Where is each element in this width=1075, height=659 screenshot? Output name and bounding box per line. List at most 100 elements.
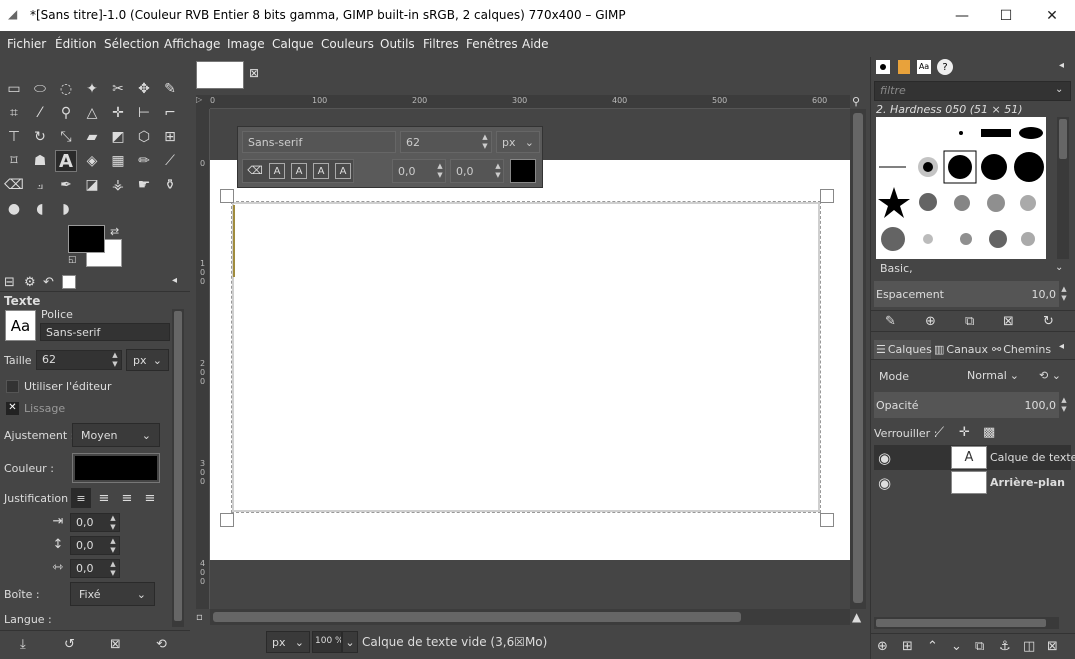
delete-brush-icon[interactable]: ⊠ bbox=[1003, 314, 1014, 329]
menu-couleurs[interactable]: Couleurs bbox=[321, 37, 374, 51]
indent-spin-icon[interactable]: ▲ ▼ bbox=[108, 514, 118, 532]
align-icon[interactable]: ⊢ bbox=[133, 102, 155, 124]
font-preview[interactable]: Aa bbox=[5, 310, 36, 341]
menu-fenetres[interactable]: Fenêtres bbox=[466, 37, 518, 51]
lock-pixels-icon[interactable]: ⟋ bbox=[935, 425, 944, 440]
brush-grid[interactable] bbox=[876, 117, 1046, 259]
canvas-font-input[interactable]: Sans-serif bbox=[242, 131, 396, 153]
menu-edition[interactable]: Édition bbox=[55, 37, 97, 51]
tab-layers[interactable]: ☰ Calques bbox=[874, 340, 932, 359]
fill-icon[interactable]: ◈ bbox=[81, 150, 103, 172]
default-colors-icon[interactable]: ◱ bbox=[68, 255, 77, 265]
spacing-slider[interactable]: Espacement 10,0 bbox=[874, 281, 1059, 307]
crop-icon[interactable]: ⌐ bbox=[159, 102, 181, 124]
pencil-icon[interactable]: ✏ bbox=[133, 150, 155, 172]
dodge-icon[interactable]: ⚱ bbox=[159, 174, 181, 196]
ruler-corner-icon[interactable]: ▷ bbox=[196, 95, 210, 109]
smudge2-icon[interactable]: ◖ bbox=[29, 198, 51, 220]
letter-spacing-spin-icon[interactable]: ▲ ▼ bbox=[108, 560, 118, 578]
justify-right-icon[interactable]: ≡ bbox=[95, 491, 113, 506]
minimize-button[interactable]: — bbox=[939, 0, 985, 31]
bucket-icon[interactable]: ⌑ bbox=[3, 150, 25, 172]
edit-brush-icon[interactable]: ✎ bbox=[885, 314, 896, 329]
canvas-viewport[interactable]: Sans-serif 62 ▲ ▼ px ⌄ ⌫ A A A A 0,0 ▲ ▼ 0,… bbox=[210, 109, 850, 609]
refresh-brushes-icon[interactable]: ↻ bbox=[1043, 314, 1054, 329]
patterns-tab-icon[interactable] bbox=[898, 60, 910, 74]
foreground-select-icon[interactable]: ✥ bbox=[133, 78, 155, 100]
text-tool-icon[interactable]: A bbox=[55, 150, 77, 172]
brushes-tab-icon[interactable] bbox=[876, 60, 890, 74]
menu-image[interactable]: Image bbox=[227, 37, 265, 51]
canvas-size-input[interactable]: 62 bbox=[400, 131, 492, 153]
shear-icon[interactable]: ▰ bbox=[81, 126, 103, 148]
layer-row-background[interactable]: ◉ Arrière-plan bbox=[874, 470, 1071, 495]
handle-top-left[interactable] bbox=[220, 189, 234, 203]
chevron-down-icon[interactable]: ⌄ bbox=[1055, 84, 1063, 95]
line-spacing-spin-icon[interactable]: ▲ ▼ bbox=[108, 537, 118, 555]
foreground-color-swatch[interactable] bbox=[68, 225, 105, 253]
text-box-frame[interactable] bbox=[231, 201, 821, 513]
rect-select-icon[interactable]: ▭ bbox=[3, 78, 25, 100]
measure-icon[interactable]: △ bbox=[81, 102, 103, 124]
spacing-spin-icon[interactable]: ▲ ▼ bbox=[1059, 285, 1069, 303]
tool-options-scrollbar[interactable] bbox=[172, 309, 184, 627]
justify-left-icon[interactable]: ≡ bbox=[71, 488, 91, 508]
menu-affichage[interactable]: Affichage bbox=[164, 37, 220, 51]
flip-icon[interactable]: ◩ bbox=[107, 126, 129, 148]
dock-menu-icon[interactable]: ◂ bbox=[172, 275, 177, 286]
move-icon[interactable]: ✛ bbox=[107, 102, 129, 124]
close-button[interactable]: ✕ bbox=[1029, 0, 1075, 31]
italic-icon[interactable]: A bbox=[291, 163, 307, 179]
zoom-input[interactable]: 100 % bbox=[312, 631, 342, 653]
dodge-burn-icon[interactable]: ◗ bbox=[55, 198, 77, 220]
mask-layer-icon[interactable]: ◫ bbox=[1023, 639, 1035, 654]
brush-scrollbar[interactable] bbox=[1057, 117, 1069, 259]
chevron-down-icon[interactable]: ⌄ bbox=[1055, 262, 1063, 273]
fonts-tab-icon[interactable]: Aa bbox=[917, 60, 931, 74]
kerning-spin-icon[interactable]: ▲ ▼ bbox=[493, 162, 503, 180]
justify-center-icon[interactable]: ≡ bbox=[118, 491, 136, 506]
blur-icon[interactable]: ● bbox=[3, 198, 25, 220]
layer-name[interactable]: Arrière-plan bbox=[990, 476, 1065, 489]
airbrush-icon[interactable]: ⟓ bbox=[29, 174, 51, 196]
delete-layer-icon[interactable]: ⊠ bbox=[1047, 639, 1058, 654]
brush-filter-input[interactable]: filtre bbox=[874, 81, 1071, 101]
new-layer-icon[interactable]: ⊕ bbox=[877, 639, 888, 654]
opacity-slider[interactable]: Opacité 100,0 bbox=[874, 392, 1059, 418]
raise-layer-icon[interactable]: ⌃ bbox=[927, 639, 938, 654]
unit-select[interactable]: px ⌄ bbox=[266, 631, 310, 653]
menu-aide[interactable]: Aide bbox=[522, 37, 549, 51]
lock-alpha-icon[interactable]: ▩ bbox=[983, 425, 995, 440]
layer-row-text[interactable]: ◉ A Calque de texte bbox=[874, 445, 1075, 470]
handle-top-right[interactable] bbox=[820, 189, 834, 203]
ellipse-select-icon[interactable]: ⬭ bbox=[29, 78, 51, 100]
duplicate-brush-icon[interactable]: ⧉ bbox=[965, 314, 974, 329]
use-editor-checkbox[interactable] bbox=[6, 380, 19, 393]
undo-history-tab-icon[interactable]: ↶ bbox=[43, 275, 54, 290]
underline-icon[interactable]: A bbox=[313, 163, 329, 179]
canvas-text-color[interactable] bbox=[510, 159, 536, 183]
restore-options-icon[interactable]: ↺ bbox=[64, 637, 75, 652]
scissors-icon[interactable]: ✂ bbox=[107, 78, 129, 100]
swap-colors-icon[interactable]: ⇄ bbox=[110, 225, 119, 238]
handle-bottom-left[interactable] bbox=[220, 513, 234, 527]
text-color-button[interactable] bbox=[72, 453, 160, 483]
images-tab-icon[interactable] bbox=[62, 275, 76, 289]
tab-channels[interactable]: ▥ Canaux bbox=[932, 340, 989, 359]
menu-selection[interactable]: Sélection bbox=[104, 37, 159, 51]
horizontal-scrollbar[interactable] bbox=[210, 609, 850, 625]
cage-icon[interactable]: ⊞ bbox=[159, 126, 181, 148]
tab-paths[interactable]: ⚯ Chemins bbox=[990, 340, 1052, 359]
image-tab-thumbnail[interactable] bbox=[196, 61, 244, 89]
vertical-scrollbar[interactable] bbox=[850, 109, 866, 609]
color-picker-icon[interactable]: ⁄ bbox=[29, 102, 51, 124]
size-unit-select[interactable]: px ⌄ bbox=[126, 349, 169, 371]
eraser-icon[interactable]: ⌫ bbox=[3, 174, 25, 196]
bold-icon[interactable]: A bbox=[269, 163, 285, 179]
antialias-checkbox[interactable]: ✕ bbox=[6, 402, 19, 415]
paths-icon[interactable]: ✎ bbox=[159, 78, 181, 100]
ink-icon[interactable]: ✒ bbox=[55, 174, 77, 196]
baseline-spin-icon[interactable]: ▲ ▼ bbox=[435, 162, 445, 180]
scale-icon[interactable]: ⤡ bbox=[55, 126, 77, 148]
duplicate-layer-icon[interactable]: ⧉ bbox=[975, 639, 984, 654]
